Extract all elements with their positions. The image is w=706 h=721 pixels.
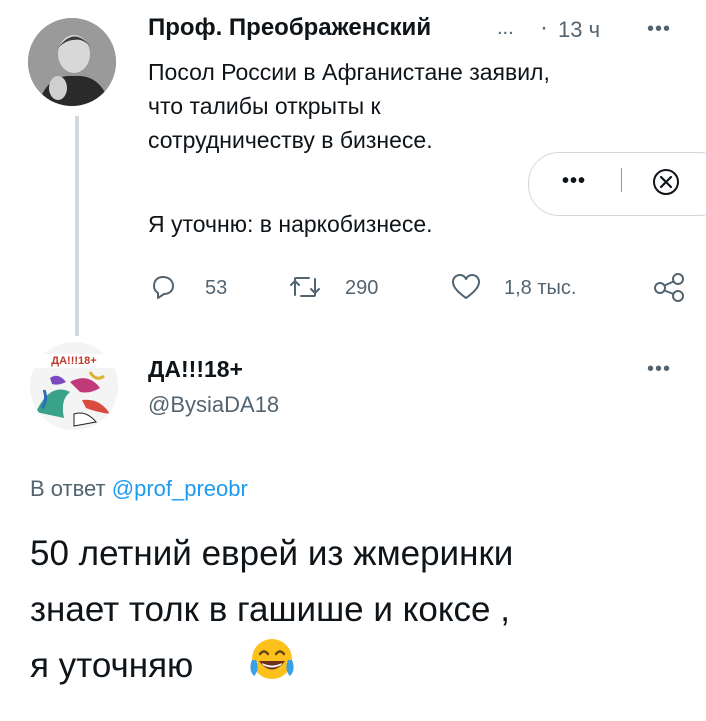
tweet-text-line: что талибы открыты к (148, 93, 381, 119)
reply-text-line: 50 летний еврей из жмеринки (30, 534, 514, 573)
tweet-text-line: Посол России в Афганистане заявил, (148, 59, 550, 85)
name-ellipsis: ... (497, 17, 514, 39)
reply-author-name[interactable]: ДА!!!18+ (148, 354, 243, 384)
retweet-icon[interactable] (287, 273, 323, 301)
author-name[interactable]: Проф. Преображенский (148, 13, 431, 43)
overlay-divider (621, 168, 622, 192)
in-reply-to: В ответ @prof_preobr (30, 474, 248, 504)
author-avatar[interactable] (28, 18, 116, 106)
separator-dot: · (540, 14, 548, 41)
close-icon[interactable] (652, 168, 680, 196)
reply-author-handle[interactable]: @BysiaDA18 (148, 390, 279, 420)
reply-author-avatar[interactable]: ДА!!!18+ (30, 342, 118, 430)
overlay-more-icon[interactable]: ••• (562, 170, 586, 193)
reply-more-options-icon[interactable]: ••• (647, 358, 671, 381)
laughing-tears-emoji-icon (246, 636, 298, 684)
tweet-text-line: Я уточню: в наркобизнесе. (148, 211, 433, 237)
tweet-timestamp[interactable]: 13 ч (558, 15, 600, 45)
like-icon[interactable] (450, 272, 482, 302)
like-count: 1,8 тыс. (504, 277, 577, 299)
tweet-text-line: сотрудничеству в бизнесе. (148, 127, 433, 153)
reply-icon[interactable] (148, 272, 178, 302)
in-reply-handle-link[interactable]: @prof_preobr (112, 476, 248, 501)
more-options-icon[interactable]: ••• (647, 18, 671, 41)
reply-text-line: я уточняю (30, 646, 194, 685)
in-reply-prefix: В ответ (30, 476, 106, 501)
avatar-text: ДА!!!18+ (51, 355, 97, 367)
reply-count: 53 (205, 277, 228, 299)
thread-line (75, 116, 79, 336)
reply-text-line: знает толк в гашише и коксе , (30, 590, 510, 629)
share-icon[interactable] (652, 272, 686, 302)
retweet-count: 290 (345, 277, 379, 299)
